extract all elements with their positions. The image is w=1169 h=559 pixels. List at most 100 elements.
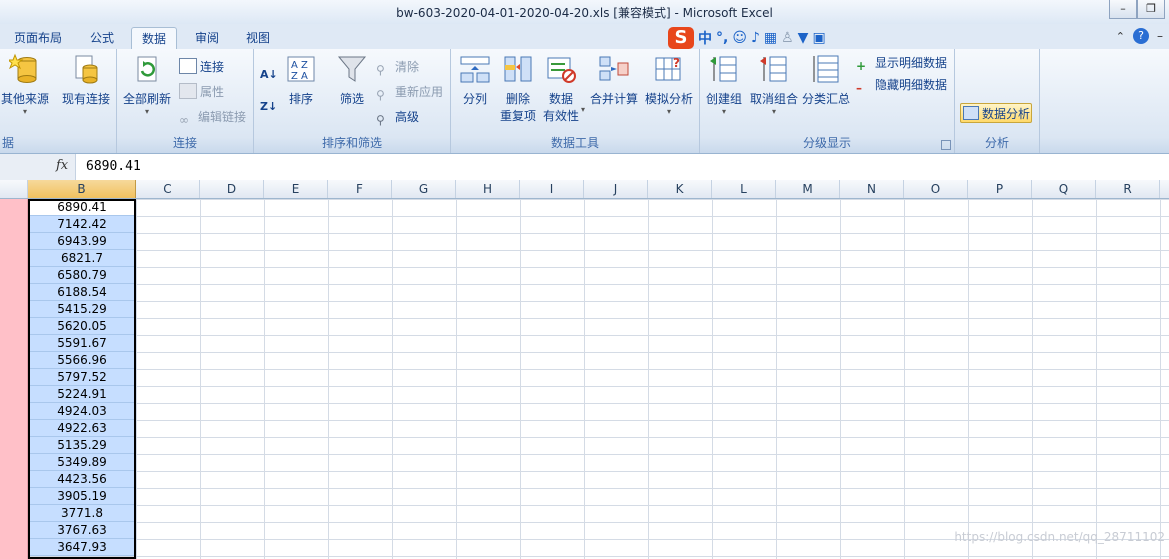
keyboard-icon[interactable]: ▦ — [764, 30, 777, 46]
cell-b-row[interactable]: 6821.7 — [28, 250, 136, 267]
existing-connections-button[interactable]: 现有连接 — [58, 53, 114, 107]
cell-b-row[interactable]: 6890.41 — [28, 199, 136, 216]
cell-b-row[interactable]: 3905.19 — [28, 488, 136, 505]
punctuation-icon[interactable]: °, — [716, 30, 728, 46]
data-validation-button[interactable]: 数据 有效性 ▾ — [541, 53, 585, 124]
ungroup-button[interactable]: 取消组合 ▾ — [748, 53, 800, 116]
what-if-analysis-button[interactable]: ? 模拟分析 ▾ — [643, 53, 695, 116]
user-icon[interactable]: ♙ — [781, 30, 794, 46]
cell-b-row[interactable]: 3767.63 — [28, 522, 136, 539]
cell-b-row[interactable]: 5349.89 — [28, 454, 136, 471]
restore-button[interactable]: ❐ — [1137, 0, 1165, 19]
tab-data[interactable]: 数据 — [131, 27, 178, 50]
column-header-q[interactable]: Q — [1032, 180, 1096, 198]
advanced-filter-icon: ⚲ — [376, 113, 385, 127]
column-header-m[interactable]: M — [776, 180, 840, 198]
cell-b-row[interactable]: 5620.05 — [28, 318, 136, 335]
row-headers[interactable] — [0, 199, 28, 559]
smiley-icon[interactable]: ☺ — [732, 30, 747, 46]
cell-b-row[interactable]: 3647.93 — [28, 539, 136, 556]
column-header-h[interactable]: H — [456, 180, 520, 198]
column-header-f[interactable]: F — [328, 180, 392, 198]
data-analysis-button[interactable]: 数据分析 — [960, 103, 1032, 123]
column-header-b[interactable]: B — [28, 180, 136, 198]
tab-view[interactable]: 视图 — [236, 27, 280, 49]
worksheet[interactable]: BCDEFGHIJKLMNOPQR 6890.41 7142.42 6943.99 6… — [0, 180, 1169, 559]
cell-grid[interactable] — [28, 199, 1169, 559]
column-header-i[interactable]: I — [520, 180, 584, 198]
column-header-k[interactable]: K — [648, 180, 712, 198]
cell-b-row[interactable]: 4924.03 — [28, 403, 136, 420]
refresh-all-label: 全部刷新 — [122, 92, 171, 106]
sort-descending-button[interactable]: Z↓ — [260, 97, 277, 117]
what-if-icon: ? — [655, 56, 681, 81]
tab-review[interactable]: 审阅 — [185, 27, 229, 49]
minimize-button[interactable]: – — [1109, 0, 1137, 19]
column-header-c[interactable]: C — [136, 180, 200, 198]
column-header-p[interactable]: P — [968, 180, 1032, 198]
group-label-sort-filter: 排序和筛选 — [321, 136, 382, 150]
tab-formulas[interactable]: 公式 — [80, 27, 124, 49]
hide-detail-button[interactable]: – 隐藏明细数据 — [856, 75, 947, 95]
cell-b-row[interactable]: 5135.29 — [28, 437, 136, 454]
group-button[interactable]: 创建组 ▾ — [704, 53, 744, 116]
column-header-l[interactable]: L — [712, 180, 776, 198]
consolidate-icon — [599, 56, 629, 81]
connections-button[interactable]: 连接 — [179, 57, 224, 77]
cell-b-row[interactable]: 4922.63 — [28, 420, 136, 437]
cell-b-row[interactable]: 4423.56 — [28, 471, 136, 488]
help-icon[interactable]: ? — [1133, 28, 1149, 44]
sort-ascending-button[interactable]: A↓ — [260, 65, 278, 85]
consolidate-label: 合并计算 — [589, 92, 638, 106]
filter-button[interactable]: 筛选 — [334, 53, 370, 107]
column-header-r[interactable]: R — [1096, 180, 1160, 198]
data-analysis-icon — [963, 106, 979, 120]
column-header-o[interactable]: O — [904, 180, 968, 198]
cell-b-row[interactable]: 3771.8 — [28, 505, 136, 522]
properties-button[interactable]: 属性 — [179, 82, 224, 102]
sort-button[interactable]: A Z Z A 排序 — [284, 53, 318, 107]
title-bar: bw-603-2020-04-01-2020-04-20.xls [兼容模式] … — [0, 0, 1169, 24]
cell-b-row[interactable]: 6943.99 — [28, 233, 136, 250]
reapply-button[interactable]: ⚲ 重新应用 — [376, 82, 443, 102]
select-all-corner[interactable] — [0, 180, 28, 198]
consolidate-button[interactable]: 合并计算 — [589, 53, 639, 107]
group-get-external-data: 其他来源 ▾ 现有连接 据 — [0, 49, 117, 153]
column-headers: BCDEFGHIJKLMNOPQR — [0, 180, 1169, 199]
refresh-all-button[interactable]: 全部刷新 ▾ — [121, 53, 173, 116]
cell-b-row[interactable]: 7142.42 — [28, 216, 136, 233]
sogou-logo-icon[interactable]: S — [668, 27, 694, 49]
subtotal-button[interactable]: 分类汇总 — [800, 53, 852, 107]
edit-links-button[interactable]: ∞ 编辑链接 — [179, 107, 246, 127]
text-to-columns-button[interactable]: 分列 — [457, 53, 493, 107]
column-header-e[interactable]: E — [264, 180, 328, 198]
tab-page-layout[interactable]: 页面布局 — [4, 27, 72, 49]
connections-label: 连接 — [200, 60, 225, 74]
show-detail-button[interactable]: + 显示明细数据 — [856, 53, 947, 73]
collapse-ribbon-icon[interactable]: ⌃ — [1116, 30, 1125, 43]
column-header-j[interactable]: J — [584, 180, 648, 198]
remove-duplicates-button[interactable]: 删除 重复项 — [499, 53, 537, 124]
ribbon-tabs: 页面布局 公式 数据 审阅 视图 — [0, 24, 1169, 50]
formula-input[interactable]: 6890.41 — [86, 159, 141, 174]
column-header-g[interactable]: G — [392, 180, 456, 198]
cell-b-row[interactable]: 6580.79 — [28, 267, 136, 284]
window-min-icon[interactable]: – — [1157, 29, 1163, 43]
cell-b-row[interactable]: 5591.67 — [28, 335, 136, 352]
cell-b-row[interactable]: 5797.52 — [28, 369, 136, 386]
cell-b-row[interactable]: 5224.91 — [28, 386, 136, 403]
subtotal-icon — [813, 55, 839, 83]
insert-function-icon[interactable]: fx — [56, 158, 68, 173]
cell-b-row[interactable]: 5566.96 — [28, 352, 136, 369]
clear-filter-button[interactable]: ⚲ 清除 — [376, 57, 419, 77]
cell-b-row[interactable]: 5415.29 — [28, 301, 136, 318]
other-sources-button[interactable]: 其他来源 ▾ — [0, 53, 50, 116]
column-header-n[interactable]: N — [840, 180, 904, 198]
chinese-mode-icon[interactable]: 中 — [698, 28, 712, 48]
microphone-icon[interactable]: ♪ — [751, 30, 760, 46]
cell-b-row[interactable]: 6188.54 — [28, 284, 136, 301]
toolbox-icon[interactable]: ▣ — [812, 30, 825, 46]
advanced-filter-button[interactable]: ⚲ 高级 — [376, 107, 419, 127]
column-header-d[interactable]: D — [200, 180, 264, 198]
skin-icon[interactable]: ▼ — [798, 30, 809, 46]
